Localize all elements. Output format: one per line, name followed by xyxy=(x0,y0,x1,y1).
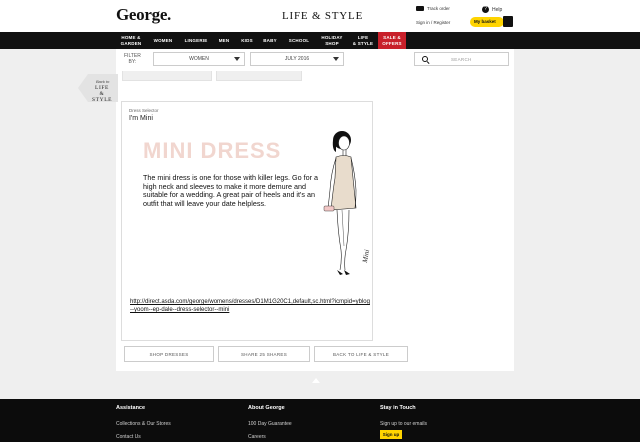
main-nav: HOME & GARDEN WOMEN LINGERIE MEN KIDS BAB… xyxy=(0,32,640,49)
article-eyebrow: Dress Selector xyxy=(129,108,159,113)
nav-item-women[interactable]: WOMEN xyxy=(148,32,178,49)
sign-in-link[interactable]: Sign in / Register xyxy=(416,20,450,25)
help-link[interactable]: ? Help xyxy=(482,6,502,13)
filter-label: FILTER BY: xyxy=(124,53,141,65)
footer-link[interactable]: Collections & Our Stores xyxy=(116,421,171,427)
search-icon[interactable] xyxy=(422,56,428,62)
nav-label: LIFE xyxy=(357,35,369,40)
chevron-down-icon xyxy=(234,57,240,61)
search-input[interactable]: SEARCH xyxy=(414,52,509,66)
nav-item-home-garden[interactable]: HOME & GARDEN xyxy=(116,32,146,49)
nav-label: SHOP xyxy=(325,40,339,46)
nav-item-life-style[interactable]: LIFE & STYLE xyxy=(350,32,376,49)
mini-dress-illustration xyxy=(323,131,357,275)
help-icon: ? xyxy=(482,6,489,13)
filter-label-line: BY: xyxy=(128,59,137,65)
dress-selector-card: Dress Selector I'm Mini MINI DRESS The m… xyxy=(121,101,373,341)
nav-label: MEN xyxy=(218,37,230,43)
nav-label: OFFERS xyxy=(382,40,402,46)
scroll-top-icon[interactable] xyxy=(312,378,320,383)
nav-label: WOMEN xyxy=(153,37,173,43)
sign-up-button[interactable]: Sign up xyxy=(380,430,402,439)
track-order-link[interactable]: Track order xyxy=(416,6,450,11)
nav-label: SALE & xyxy=(383,35,401,40)
nav-item-men[interactable]: MEN xyxy=(214,32,234,49)
category-select[interactable]: WOMEN xyxy=(153,52,245,66)
bag-icon[interactable] xyxy=(503,16,513,27)
nav-item-lingerie[interactable]: LINGERIE xyxy=(180,32,212,49)
article-title: I'm Mini xyxy=(129,115,153,122)
tab-placeholder xyxy=(216,71,302,81)
nav-item-baby[interactable]: BABY xyxy=(259,32,281,49)
nav-label: & STYLE xyxy=(352,40,374,46)
back-to-life-style-button[interactable]: BACK TO LIFE & STYLE xyxy=(314,346,408,362)
illustration-signature: Mini xyxy=(361,248,372,264)
footer-about-title: About George xyxy=(248,405,285,411)
nav-label: KIDS xyxy=(241,37,253,43)
nav-label: LINGERIE xyxy=(184,37,208,43)
search-placeholder: SEARCH xyxy=(451,57,472,62)
dress-heading: MINI DRESS xyxy=(143,138,282,163)
date-select[interactable]: JULY 2016 xyxy=(250,52,344,66)
section-title[interactable]: LIFE & STYLE xyxy=(282,10,363,22)
nav-item-kids[interactable]: KIDS xyxy=(236,32,258,49)
nav-label: SCHOOL xyxy=(288,37,310,43)
george-logo[interactable]: George. xyxy=(116,5,171,25)
back-small-label: Back to xyxy=(96,79,110,84)
nav-label: GARDEN xyxy=(120,40,142,46)
back-title: LIFE & STYLE xyxy=(92,85,112,103)
footer-link[interactable]: Careers xyxy=(248,434,266,440)
shop-dresses-button[interactable]: SHOP DRESSES xyxy=(124,346,214,362)
nav-item-school[interactable]: SCHOOL xyxy=(284,32,314,49)
help-label: Help xyxy=(492,6,503,13)
nav-label: HOLIDAY xyxy=(321,35,343,40)
nav-label: BABY xyxy=(263,37,277,43)
site-footer: Assistance Collections & Our Stores Cont… xyxy=(0,399,640,442)
category-select-value: WOMEN xyxy=(189,56,209,62)
product-link[interactable]: http://direct.asda.com/george/womens/dre… xyxy=(130,298,370,314)
footer-link[interactable]: Contact Us xyxy=(116,434,141,440)
footer-email-text: Sign up to our emails xyxy=(380,421,427,427)
chevron-down-icon xyxy=(333,57,339,61)
back-title-line: STYLE xyxy=(92,97,113,103)
footer-stay-in-touch-title: Stay in Touch xyxy=(380,405,416,411)
nav-item-sale-offers[interactable]: SALE & OFFERS xyxy=(378,32,406,49)
truck-icon xyxy=(416,6,424,11)
basket-button[interactable]: My basket xyxy=(470,17,504,27)
nav-label: HOME & xyxy=(121,35,141,40)
dress-description: The mini dress is one for those with kil… xyxy=(143,173,318,208)
footer-assistance-title: Assistance xyxy=(116,405,146,411)
date-select-value: JULY 2016 xyxy=(284,56,310,62)
footer-link[interactable]: 100 Day Guarantee xyxy=(248,421,292,427)
nav-item-holiday-shop[interactable]: HOLIDAY SHOP xyxy=(318,32,346,49)
share-button[interactable]: SHARE 25 SHARES xyxy=(218,346,310,362)
back-title-line: LIFE & xyxy=(94,85,109,97)
track-order-label: Track order xyxy=(427,6,450,11)
tab-placeholder xyxy=(122,71,212,81)
back-to-life-style-link[interactable]: Back to LIFE & STYLE xyxy=(78,74,118,103)
site-header: George. LIFE & STYLE Track order ? Help … xyxy=(0,0,640,32)
